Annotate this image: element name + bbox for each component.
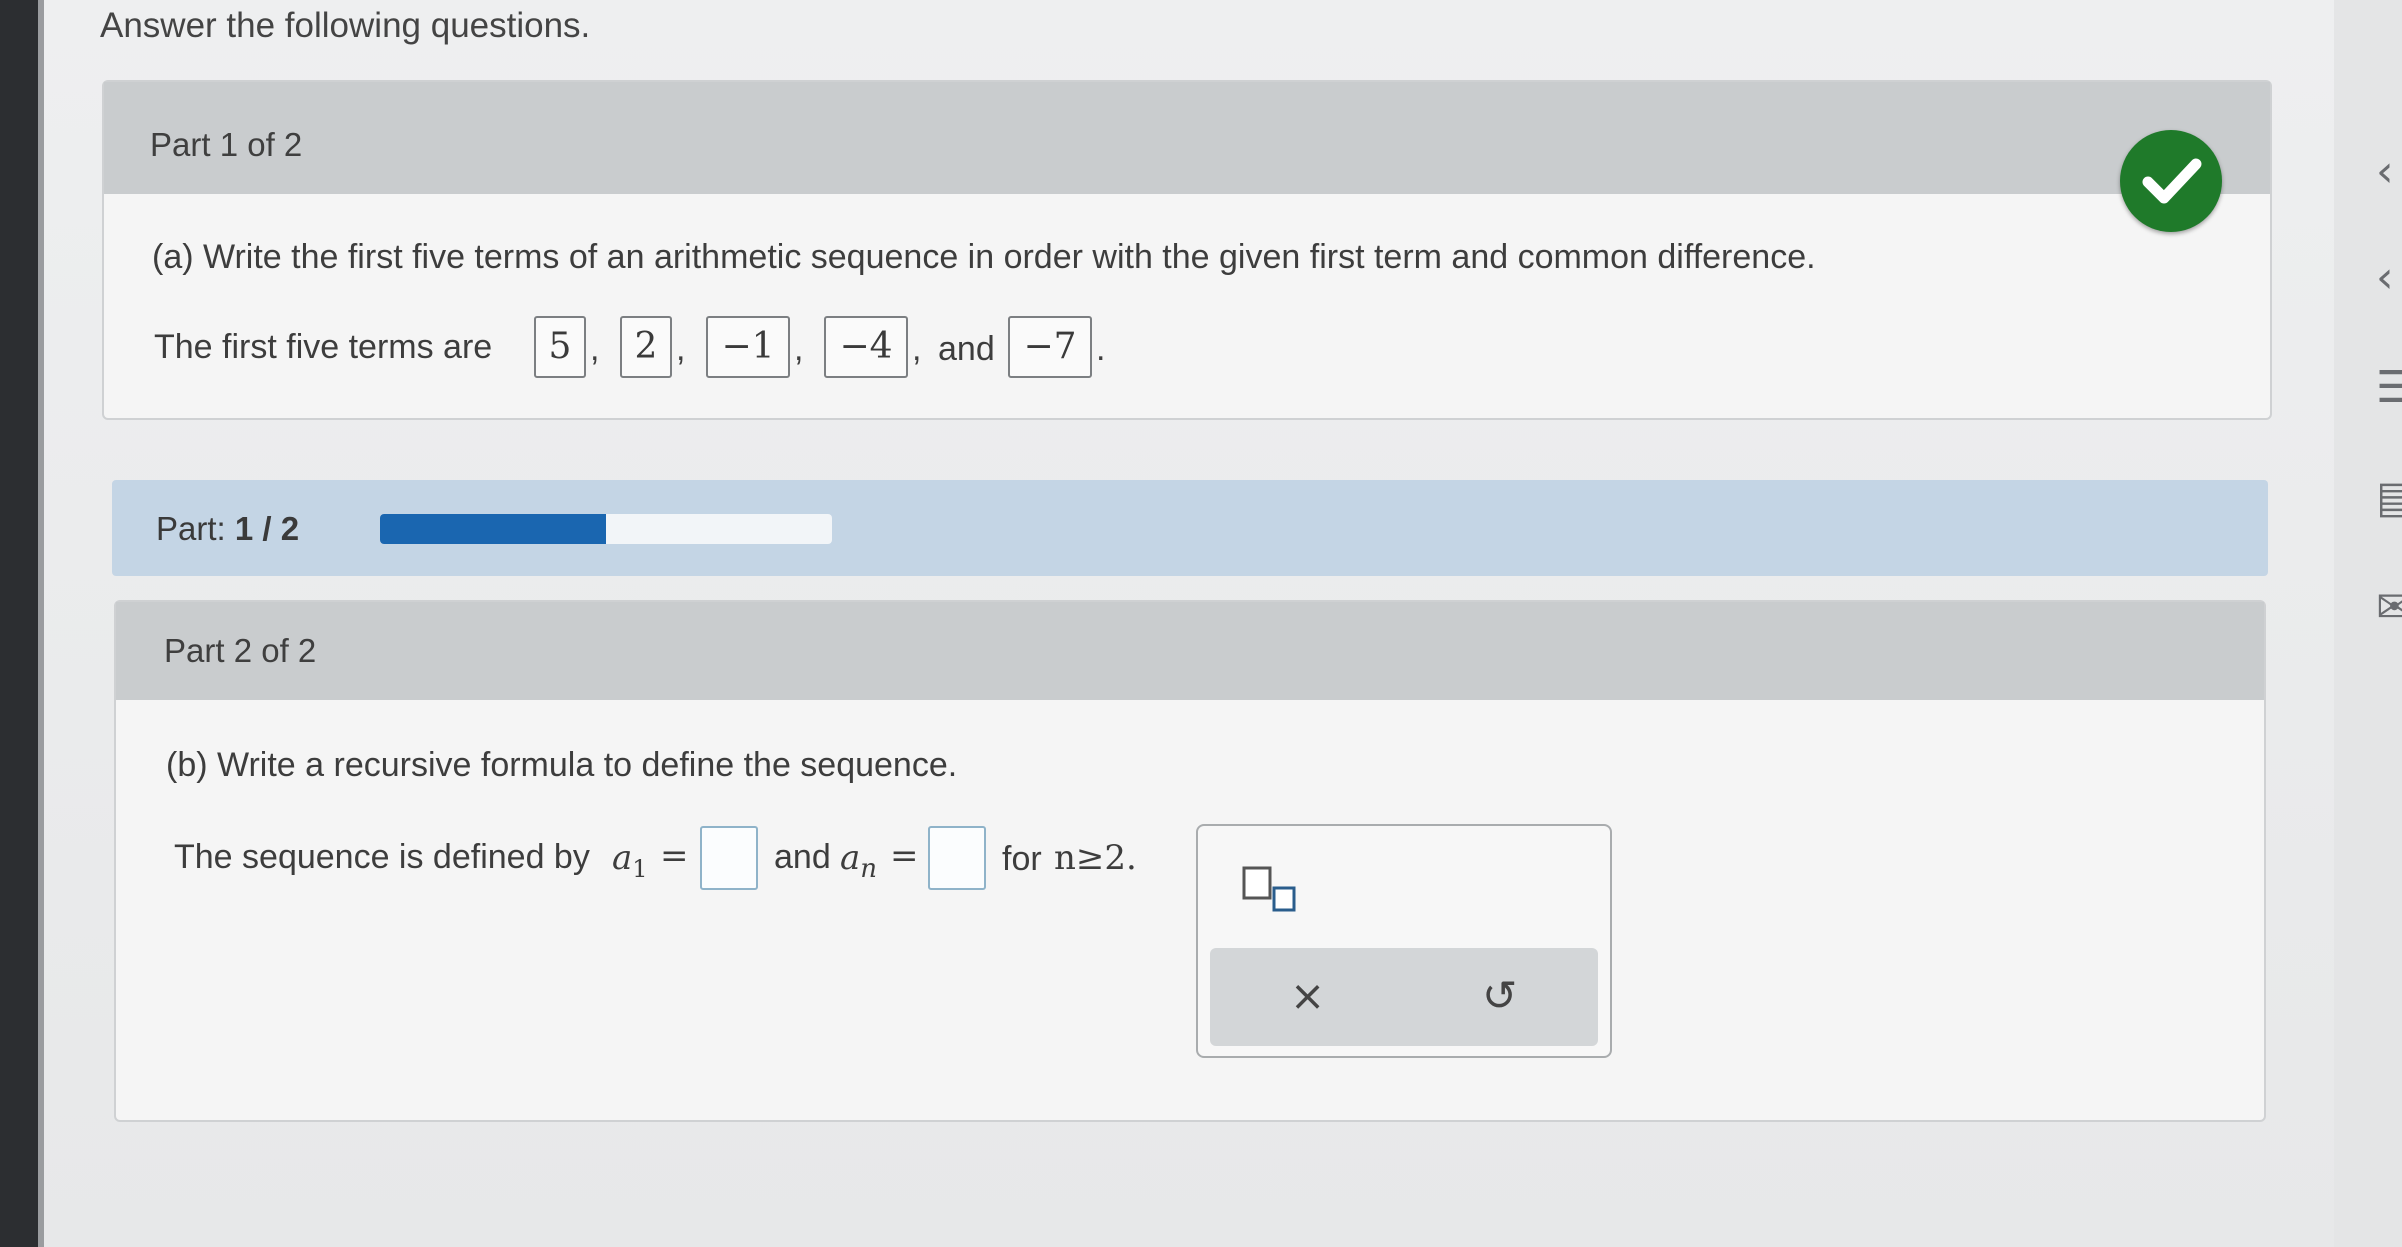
progress-track bbox=[380, 514, 832, 544]
equals-sign: = bbox=[890, 836, 919, 876]
instructions-text: Answer the following questions. bbox=[100, 6, 591, 45]
back-icon[interactable]: ‹ bbox=[2376, 256, 2394, 300]
calculator-icon[interactable]: ☰ bbox=[2376, 366, 2402, 410]
for-text: for bbox=[1002, 840, 1042, 878]
part1-lead-text: The first five terms are bbox=[154, 328, 493, 366]
part1-question: (a) Write the first five terms of an ari… bbox=[152, 238, 1816, 276]
progress-fill bbox=[380, 514, 606, 544]
answer-term-3[interactable]: −1 bbox=[706, 316, 790, 378]
part2-question: (b) Write a recursive formula to define … bbox=[166, 746, 958, 784]
progress-value: 1 / 2 bbox=[234, 510, 300, 547]
undo-icon[interactable]: ↺ bbox=[1482, 966, 1517, 1026]
correct-checkmark-icon bbox=[2120, 130, 2222, 232]
answer-term-2[interactable]: 2 bbox=[620, 316, 672, 378]
a1-variable: a bbox=[612, 838, 633, 878]
monitor-bezel bbox=[0, 0, 38, 1247]
math-palette: × ↺ bbox=[1196, 824, 1612, 1058]
a1-answer-input[interactable] bbox=[700, 826, 758, 890]
part2-lead-text: The sequence is defined by bbox=[174, 838, 590, 876]
part2-header: Part 2 of 2 bbox=[116, 602, 2264, 700]
progress-label: Part: 1 / 2 bbox=[156, 510, 299, 548]
equals-sign: = bbox=[660, 836, 689, 876]
progress-band: Part: 1 / 2 bbox=[112, 480, 2268, 576]
comma-separator: , bbox=[912, 330, 922, 368]
part1-header: Part 1 of 2 bbox=[104, 82, 2270, 194]
palette-action-bar: × ↺ bbox=[1210, 948, 1598, 1046]
part1-card: Part 1 of 2 (a) Write the first five ter… bbox=[102, 80, 2272, 420]
period: . bbox=[1096, 330, 1106, 368]
part2-card: Part 2 of 2 (b) Write a recursive formul… bbox=[114, 600, 2266, 1122]
an-answer-input[interactable] bbox=[928, 826, 986, 890]
a1-symbol: a1 bbox=[612, 838, 648, 883]
comma-separator: , bbox=[676, 330, 686, 368]
part1-title: Part 1 of 2 bbox=[150, 126, 303, 163]
answer-term-1[interactable]: 5 bbox=[534, 316, 586, 378]
part2-title: Part 2 of 2 bbox=[164, 632, 317, 669]
and-text: and bbox=[938, 330, 995, 368]
reference-icon[interactable]: ▤ bbox=[2376, 476, 2402, 520]
collapse-icon[interactable]: ‹ bbox=[2376, 150, 2394, 194]
comma-separator: , bbox=[590, 330, 600, 368]
clear-icon[interactable]: × bbox=[1290, 966, 1325, 1026]
subscript-template-icon[interactable] bbox=[1242, 866, 1302, 916]
answer-term-5[interactable]: −7 bbox=[1008, 316, 1092, 378]
mail-icon[interactable]: ✉ bbox=[2376, 586, 2402, 630]
answer-term-4[interactable]: −4 bbox=[824, 316, 908, 378]
progress-label-text: Part: bbox=[156, 510, 226, 547]
and-text: and bbox=[774, 838, 831, 876]
a1-subscript: 1 bbox=[632, 854, 648, 883]
condition-text: n≥2. bbox=[1054, 838, 1137, 878]
an-variable: a bbox=[840, 838, 861, 878]
comma-separator: , bbox=[794, 330, 804, 368]
an-symbol: an bbox=[840, 838, 877, 884]
an-subscript: n bbox=[860, 853, 878, 884]
